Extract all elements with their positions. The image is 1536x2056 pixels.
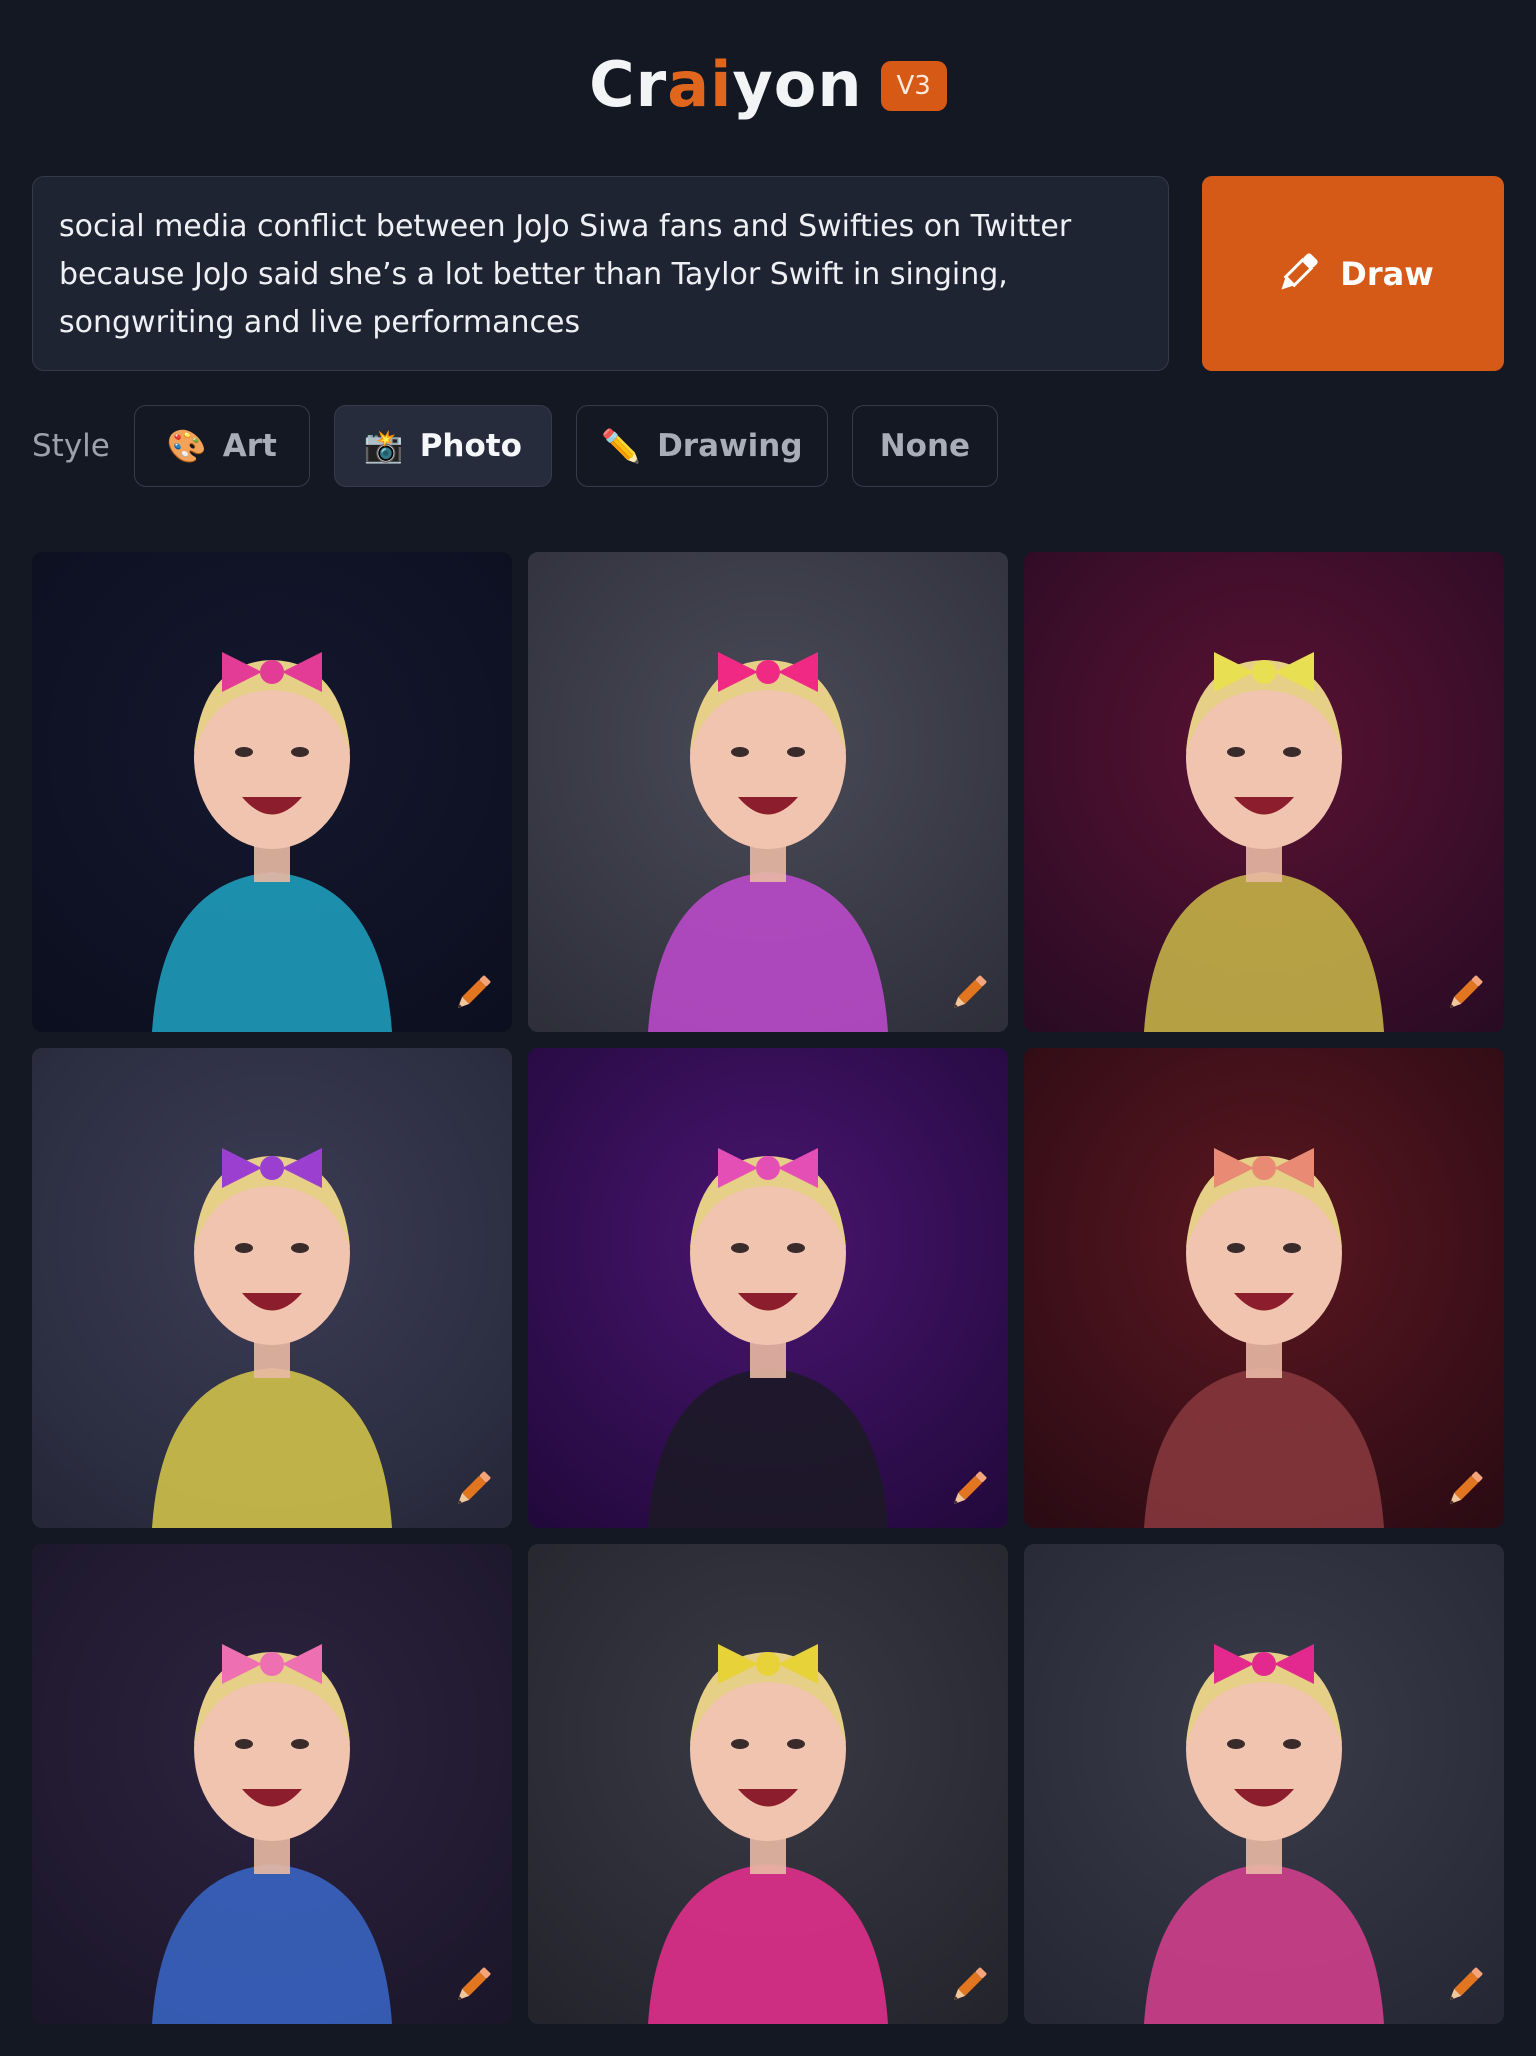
style-option-photo[interactable]: 📸 Photo [333, 405, 552, 487]
style-option-label: Photo [419, 428, 522, 464]
image-content [1024, 1048, 1504, 1528]
edit-pencil-icon[interactable] [944, 970, 992, 1018]
generated-image[interactable] [1024, 552, 1504, 1032]
edit-pencil-icon[interactable] [1440, 1466, 1488, 1514]
style-option-label: Art [222, 428, 277, 464]
edit-pencil-icon[interactable] [944, 1466, 992, 1514]
style-selector: Style 🎨 Art 📸 Photo ✏️ Drawing None [32, 404, 1022, 488]
prompt-input[interactable]: social media conflict between JoJo Siwa … [32, 176, 1169, 371]
pencil-icon [1281, 252, 1318, 290]
logo-part-3: yon [732, 47, 863, 121]
image-content [1024, 552, 1504, 1032]
draw-button[interactable]: Draw [1202, 176, 1504, 371]
image-grid [32, 552, 1504, 2024]
craiyon-logo[interactable]: Cr ai yon [589, 48, 862, 121]
generated-image[interactable] [528, 1048, 1008, 1528]
version-badge: V3 [880, 61, 947, 111]
edit-pencil-icon[interactable] [944, 1962, 992, 2010]
image-content [528, 1544, 1008, 2024]
draw-button-label: Draw [1340, 254, 1434, 293]
generated-image[interactable] [32, 1048, 512, 1528]
pencil-icon: ✏️ [601, 427, 642, 465]
image-content [528, 1048, 1008, 1528]
style-label: Style [32, 428, 110, 464]
generated-image[interactable] [32, 552, 512, 1032]
image-content [32, 1544, 512, 2024]
camera-flash-icon: 📸 [363, 427, 404, 465]
style-option-none[interactable]: None [851, 405, 998, 487]
image-content [1024, 1544, 1504, 2024]
generated-image[interactable] [1024, 1048, 1504, 1528]
image-content [32, 552, 512, 1032]
header: Cr ai yon V3 [0, 36, 1536, 132]
image-content [528, 552, 1008, 1032]
logo-part-accent: ai [667, 47, 733, 121]
generated-image[interactable] [1024, 1544, 1504, 2024]
image-content [32, 1048, 512, 1528]
style-option-art[interactable]: 🎨 Art [133, 405, 310, 487]
edit-pencil-icon[interactable] [448, 1962, 496, 2010]
style-option-label: None [879, 428, 971, 464]
generated-image[interactable] [528, 552, 1008, 1032]
style-option-drawing[interactable]: ✏️ Drawing [575, 405, 828, 487]
generated-image[interactable] [528, 1544, 1008, 2024]
generated-image[interactable] [32, 1544, 512, 2024]
edit-pencil-icon[interactable] [1440, 970, 1488, 1018]
edit-pencil-icon[interactable] [448, 970, 496, 1018]
style-option-label: Drawing [657, 428, 803, 464]
edit-pencil-icon[interactable] [448, 1466, 496, 1514]
logo-part-1: Cr [589, 47, 668, 121]
palette-icon: 🎨 [166, 427, 207, 465]
edit-pencil-icon[interactable] [1440, 1962, 1488, 2010]
